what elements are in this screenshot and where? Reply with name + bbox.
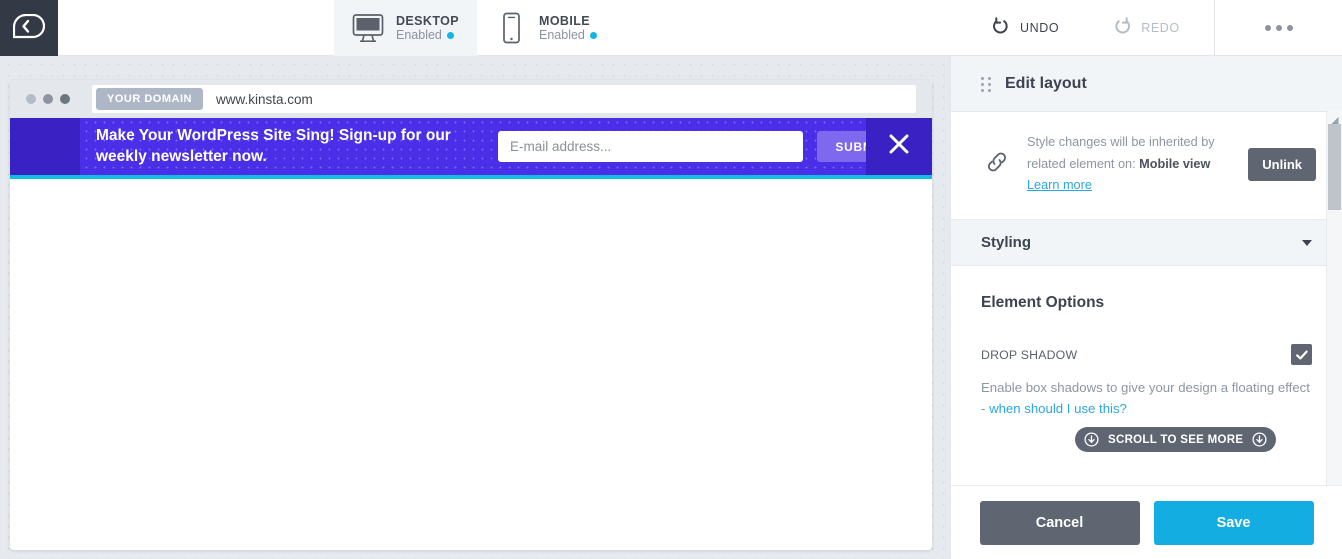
email-input[interactable]: E-mail address...	[498, 131, 803, 162]
drag-grip-icon[interactable]	[981, 77, 993, 91]
panel-header: Edit layout	[951, 56, 1342, 112]
styling-section-toggle[interactable]: Styling	[951, 220, 1342, 266]
url-text: www.kinsta.com	[216, 92, 313, 107]
domain-chip: YOUR DOMAIN	[96, 88, 203, 110]
page-content-area	[10, 179, 932, 550]
newsletter-banner[interactable]: Make Your WordPress Site Sing! Sign-up f…	[10, 118, 932, 175]
chevron-left-bubble-icon	[13, 14, 45, 40]
device-tab-mobile-state: Enabled	[539, 28, 597, 42]
undo-button[interactable]: UNDO	[950, 0, 1079, 56]
banner-headline: Make Your WordPress Site Sing! Sign-up f…	[96, 126, 486, 166]
device-tab-desktop[interactable]: DESKTOP Enabled	[334, 0, 477, 56]
checkmark-icon	[1295, 348, 1309, 362]
chevron-down-icon	[1302, 240, 1312, 246]
inherit-line-1: Style changes will be inherited by	[1027, 135, 1215, 149]
device-state-text: Enabled	[396, 28, 442, 42]
ellipsis-icon	[1287, 25, 1293, 31]
edit-layout-panel: Edit layout Style changes will be inheri…	[950, 56, 1342, 559]
panel-scrollbar[interactable]	[1326, 110, 1342, 534]
mobile-phone-icon	[493, 11, 529, 45]
redo-label: REDO	[1141, 21, 1180, 35]
circle-arrow-down-icon	[1252, 432, 1267, 447]
more-options-button[interactable]	[1215, 0, 1342, 56]
inherit-text: Style changes will be inherited by relat…	[1027, 132, 1248, 198]
drop-shadow-row: DROP SHADOW	[981, 344, 1312, 365]
drop-shadow-help-link[interactable]: when should I use this?	[989, 401, 1127, 416]
email-placeholder: E-mail address...	[510, 139, 611, 154]
browser-chrome-bar: YOUR DOMAIN www.kinsta.com	[10, 80, 932, 118]
link-chain-icon	[981, 149, 1013, 180]
cancel-button[interactable]: Cancel	[980, 501, 1140, 545]
circle-arrow-down-icon	[1084, 432, 1099, 447]
device-tab-desktop-state: Enabled	[396, 28, 459, 42]
save-button[interactable]: Save	[1154, 501, 1314, 545]
drop-shadow-description: Enable box shadows to give your design a…	[981, 377, 1312, 420]
device-view-switcher: DESKTOP Enabled MOBILE	[334, 0, 615, 56]
inherit-line-2-prefix: related element on:	[1027, 157, 1139, 171]
device-tab-desktop-label: DESKTOP	[396, 14, 459, 28]
inherit-notice: Style changes will be inherited by relat…	[951, 112, 1342, 220]
drop-shadow-checkbox[interactable]	[1291, 344, 1312, 365]
history-controls: UNDO REDO	[950, 0, 1342, 56]
unlink-button[interactable]: Unlink	[1248, 148, 1316, 181]
panel-footer: Cancel Save	[951, 485, 1342, 559]
app-root: DESKTOP Enabled MOBILE	[0, 0, 1342, 559]
ellipsis-icon	[1265, 25, 1271, 31]
styling-label: Styling	[981, 234, 1031, 251]
learn-more-link[interactable]: Learn more	[1027, 175, 1248, 197]
element-options-section: Element Options DROP SHADOW Enable box s…	[951, 266, 1342, 491]
status-dot-icon	[590, 32, 597, 39]
undo-label: UNDO	[1020, 21, 1059, 35]
banner-close-button[interactable]	[866, 118, 932, 175]
redo-arrow-icon	[1113, 17, 1131, 40]
ellipsis-icon	[1276, 25, 1282, 31]
window-control-dots-icon	[26, 94, 70, 104]
device-tab-mobile-label: MOBILE	[539, 14, 597, 28]
redo-button[interactable]: REDO	[1079, 0, 1200, 56]
top-toolbar: DESKTOP Enabled MOBILE	[0, 0, 1342, 56]
device-tab-mobile[interactable]: MOBILE Enabled	[477, 0, 615, 56]
preview-stage: YOUR DOMAIN www.kinsta.com Make Your Wor…	[0, 56, 950, 559]
panel-title: Edit layout	[1005, 75, 1087, 93]
close-x-icon	[887, 132, 911, 161]
status-dot-icon	[447, 32, 454, 39]
collapse-sidebar-button[interactable]	[0, 0, 58, 56]
drop-shadow-label: DROP SHADOW	[981, 348, 1077, 362]
browser-preview-frame: YOUR DOMAIN www.kinsta.com Make Your Wor…	[10, 80, 932, 550]
scrollbar-thumb[interactable]	[1328, 124, 1341, 210]
element-options-title: Element Options	[981, 294, 1312, 312]
scroll-to-see-more-hint[interactable]: SCROLL TO SEE MORE	[1075, 427, 1276, 452]
device-state-text: Enabled	[539, 28, 585, 42]
inherit-target: Mobile view	[1139, 157, 1210, 171]
desktop-monitor-icon	[350, 11, 386, 45]
undo-arrow-icon	[992, 17, 1010, 40]
address-bar[interactable]: YOUR DOMAIN www.kinsta.com	[92, 85, 916, 113]
scroll-hint-label: SCROLL TO SEE MORE	[1108, 434, 1243, 446]
banner-left-accent	[10, 118, 80, 175]
